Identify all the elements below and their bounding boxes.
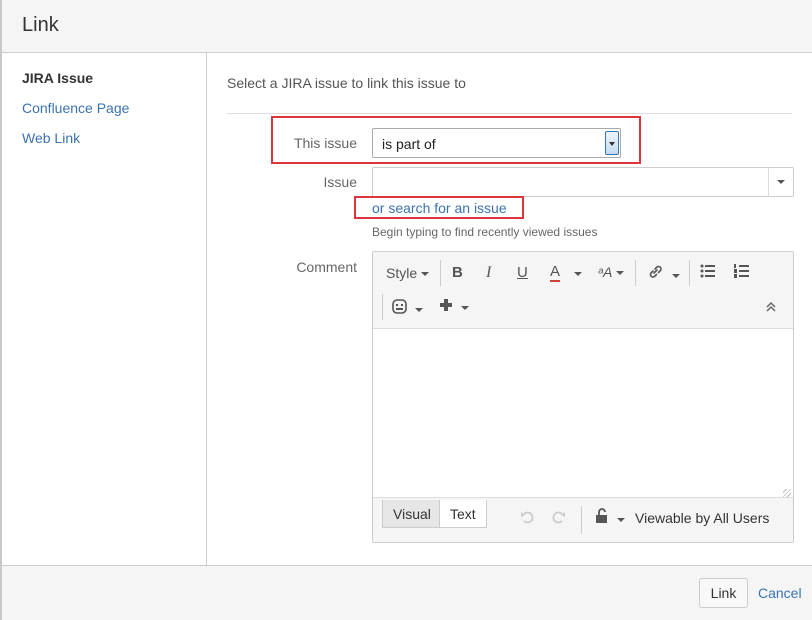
redo-icon [552, 511, 565, 524]
chevron-down-icon[interactable] [605, 131, 619, 155]
bold-button[interactable]: B [452, 264, 463, 281]
insert-dropdown[interactable] [439, 298, 469, 315]
cancel-link[interactable]: Cancel [758, 585, 802, 601]
link-form: Select a JIRA issue to link this issue t… [207, 53, 812, 566]
comment-textarea[interactable] [373, 329, 793, 499]
text-effects-dropdown[interactable]: ᵃA [598, 264, 624, 280]
comment-label: Comment [296, 259, 357, 275]
issue-input[interactable] [372, 167, 794, 197]
dialog-footer: Link Cancel [2, 565, 812, 620]
dialog-header: Link [2, 0, 812, 53]
bullet-list-button[interactable] [700, 264, 716, 281]
toolbar-separator [635, 260, 636, 286]
undo-button[interactable] [520, 510, 536, 527]
resize-handle[interactable] [783, 489, 791, 497]
nav-item-jira-issue[interactable]: JIRA Issue [22, 70, 93, 86]
tab-visual[interactable]: Visual [382, 500, 442, 528]
collapse-icon [766, 301, 776, 312]
issue-label: Issue [323, 174, 357, 190]
chevron-down-icon[interactable] [768, 168, 793, 196]
style-dropdown[interactable]: Style [386, 265, 429, 281]
link-button[interactable]: Link [699, 578, 748, 608]
issue-hint: Begin typing to find recently viewed iss… [372, 225, 598, 239]
comment-editor: Style B I U A ᵃA Visual Text Viewable by… [372, 251, 794, 543]
toolbar-separator [440, 260, 441, 286]
bullet-list-icon [700, 264, 715, 278]
toolbar-separator [689, 260, 690, 286]
undo-icon [521, 511, 534, 524]
plus-icon [440, 299, 452, 311]
numbered-list-icon [734, 264, 749, 278]
link-icon [649, 265, 662, 278]
tab-text[interactable]: Text [439, 500, 487, 528]
this-issue-label: This issue [293, 135, 357, 151]
dialog-title: Link [22, 14, 59, 36]
emoticon-icon [392, 299, 407, 314]
toolbar-separator [382, 294, 383, 320]
nav-item-web-link[interactable]: Web Link [22, 130, 80, 146]
underline-button[interactable]: U [517, 264, 528, 281]
search-issue-link[interactable]: or search for an issue [372, 200, 507, 216]
numbered-list-button[interactable] [734, 264, 750, 281]
link-type-nav: JIRA Issue Confluence Page Web Link [2, 53, 207, 566]
nav-item-confluence-page[interactable]: Confluence Page [22, 100, 129, 116]
toolbar-separator [581, 506, 582, 534]
text-color-button[interactable]: A [550, 264, 561, 282]
form-intro: Select a JIRA issue to link this issue t… [227, 75, 466, 91]
link-dropdown[interactable] [647, 263, 680, 283]
text-effects-label: ᵃA [598, 264, 613, 280]
collapse-toolbar-button[interactable] [765, 300, 777, 316]
divider [227, 113, 792, 114]
link-dialog: Link JIRA Issue Confluence Page Web Link… [0, 0, 812, 620]
relation-value: is part of [382, 136, 436, 152]
editor-toolbar: Style B I U A ᵃA [373, 252, 793, 329]
style-label: Style [386, 265, 418, 281]
emoticon-dropdown[interactable] [392, 299, 423, 317]
redo-button[interactable] [550, 510, 566, 527]
security-label: Viewable by All Users [635, 510, 770, 526]
editor-footer: Visual Text Viewable by All Users [373, 497, 793, 542]
unlock-icon [596, 508, 607, 523]
chevron-down-icon[interactable] [570, 265, 582, 281]
relation-select[interactable]: is part of [372, 128, 621, 158]
security-dropdown[interactable] [595, 508, 625, 527]
italic-button[interactable]: I [486, 264, 491, 282]
